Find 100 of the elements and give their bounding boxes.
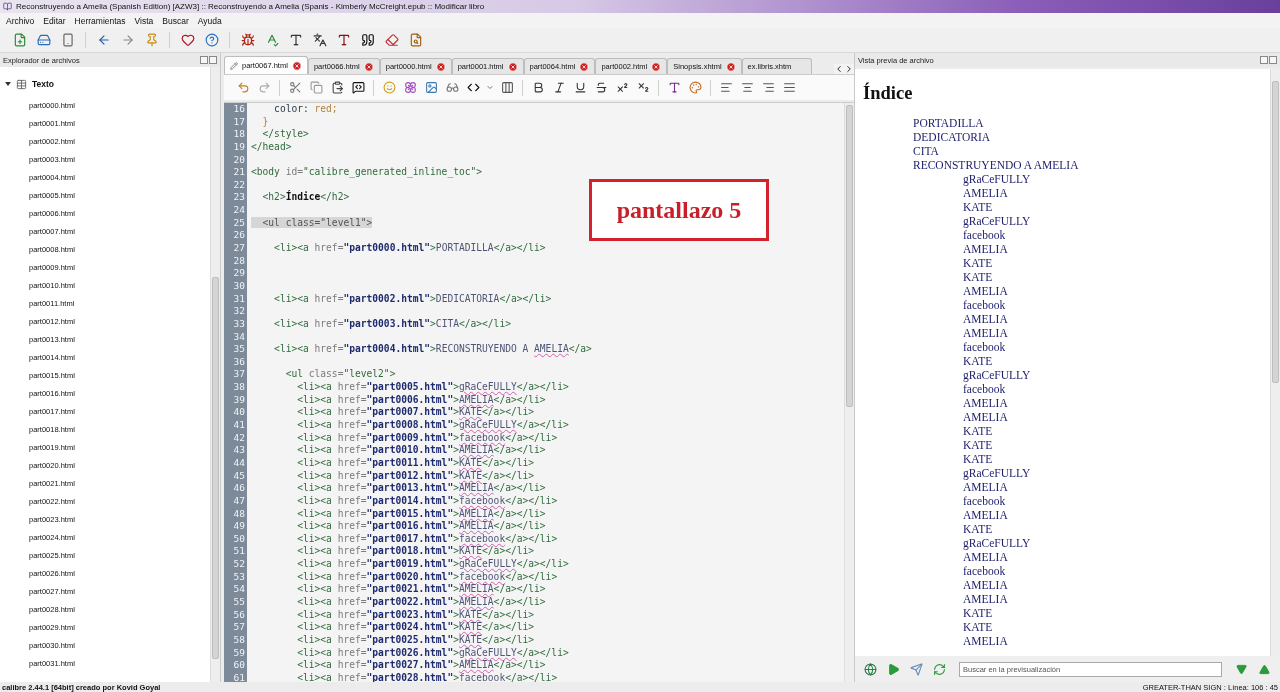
toc-link[interactable]: AMELIA bbox=[963, 242, 1262, 256]
toc-link[interactable]: KATE bbox=[963, 424, 1262, 438]
menu-item[interactable]: Editar bbox=[43, 15, 66, 26]
code-line: <li><a href="part0016.html">AMELIA</a></li> bbox=[296, 520, 546, 533]
scroll-right-icon[interactable] bbox=[844, 64, 854, 74]
code-line: </head> bbox=[250, 140, 292, 154]
code-line: <li><a href="part0024.html">KATE</a></li> bbox=[296, 621, 535, 634]
toc-link[interactable]: KATE bbox=[963, 354, 1262, 368]
toc-link[interactable]: KATE bbox=[963, 620, 1262, 634]
code-line: <li><a href="part0022.html">AMELIA</a></li> bbox=[296, 596, 546, 609]
code-line: <li><a href="part0005.html">gRaCeFULLY</a></li> bbox=[296, 381, 569, 394]
folder-grid-icon bbox=[16, 78, 27, 90]
menu-item[interactable]: Vista bbox=[134, 15, 154, 26]
toc-link[interactable]: RECONSTRUYENDO A AMELIA bbox=[913, 158, 1262, 172]
toc-link[interactable]: AMELIA bbox=[963, 550, 1262, 564]
toc-link[interactable]: facebook bbox=[963, 298, 1262, 312]
close-icon[interactable] bbox=[725, 61, 736, 72]
code-line: <body id="calibre_generated_inline_toc"> bbox=[250, 166, 483, 179]
close-button[interactable] bbox=[209, 56, 217, 64]
code-line: <li><a href="part0015.html">AMELIA</a></li> bbox=[296, 507, 546, 521]
close-icon[interactable] bbox=[579, 61, 590, 72]
toc-link[interactable]: KATE bbox=[963, 606, 1262, 620]
code-line: <li><a href="part0004.html">RECONSTRUYENDO A AMELIA</a> bbox=[273, 343, 592, 356]
close-icon[interactable] bbox=[651, 61, 662, 72]
toc-link[interactable]: facebook bbox=[963, 340, 1262, 354]
toc-link[interactable]: AMELIA bbox=[963, 578, 1262, 592]
tree-folder[interactable]: Texto bbox=[32, 79, 55, 89]
code-line: <li><a href="part0009.html">facebook</a></li> bbox=[296, 431, 558, 445]
pencil-icon bbox=[230, 61, 238, 70]
code-line: <li><a href="part0019.html">gRaCeFULLY</a></li> bbox=[296, 558, 569, 571]
code-line: } bbox=[261, 115, 269, 129]
menu-item[interactable]: Herramientas bbox=[74, 15, 126, 26]
code-line: <li><a href="part0023.html">KATE</a></li> bbox=[296, 608, 535, 622]
code-line: color: red; bbox=[273, 103, 338, 116]
menu-item[interactable]: Buscar bbox=[162, 15, 189, 26]
toc-link[interactable]: DEDICATORIA bbox=[913, 130, 1262, 144]
close-icon[interactable] bbox=[363, 61, 374, 72]
toc-link[interactable]: gRaCeFULLY bbox=[963, 368, 1262, 382]
toc-link[interactable]: AMELIA bbox=[963, 410, 1262, 424]
toc-link[interactable]: AMELIA bbox=[963, 480, 1262, 494]
toc-link[interactable]: gRaCeFULLY bbox=[963, 536, 1262, 550]
code-line: <li><a href="part0011.html">KATE</a></li> bbox=[296, 456, 535, 470]
scrollbar[interactable] bbox=[844, 103, 854, 682]
toc-link[interactable]: facebook bbox=[963, 564, 1262, 578]
code-line: <li><a href="part0017.html">facebook</a></li> bbox=[296, 532, 558, 546]
float-button[interactable] bbox=[1260, 56, 1268, 64]
expand-arrow-icon[interactable] bbox=[5, 82, 11, 86]
toc-link[interactable]: AMELIA bbox=[963, 326, 1262, 340]
toc-link[interactable]: AMELIA bbox=[963, 396, 1262, 410]
menu-item[interactable]: Ayuda bbox=[197, 15, 222, 26]
toc-link[interactable]: facebook bbox=[963, 494, 1262, 508]
code-line: <li><a href="part0003.html">CITA</a></li> bbox=[273, 317, 511, 331]
toc-link[interactable]: gRaCeFULLY bbox=[963, 214, 1262, 228]
close-button[interactable] bbox=[1269, 56, 1277, 64]
code-line: <li><a href="part0021.html">AMELIA</a></li> bbox=[296, 583, 546, 596]
code-line: <li><a href="part0000.html">PORTADILLA</a></li> bbox=[273, 242, 546, 255]
code-line: <li><a href="part0027.html">AMELIA</a></li> bbox=[296, 659, 546, 672]
toc-link[interactable]: PORTADILLA bbox=[913, 116, 1262, 130]
toc-link[interactable]: gRaCeFULLY bbox=[963, 466, 1262, 480]
code-line: </style> bbox=[261, 128, 309, 141]
scroll-left-icon[interactable] bbox=[834, 64, 844, 74]
close-icon[interactable] bbox=[291, 60, 302, 71]
toc-link[interactable]: AMELIA bbox=[963, 186, 1262, 200]
annotation-label: pantallazo 5 bbox=[589, 179, 769, 241]
code-line: <h2>Índice</h2> bbox=[261, 191, 350, 205]
toc-link[interactable]: AMELIA bbox=[963, 284, 1262, 298]
code-line: <li><a href="part0002.html">DEDICATORIA</a></li> bbox=[273, 292, 552, 306]
window-title: Reconstruyendo a Amelia (Spanish Edition) [AZW3] :: Reconstruyendo a Amelia (Spanis - Kimberly McCreight.epub :: Modificar libro bbox=[16, 2, 485, 11]
preview-heading: Índice bbox=[863, 83, 914, 104]
toc-link[interactable]: gRaCeFULLY bbox=[963, 172, 1262, 186]
code-line: <li><a href="part0007.html">KATE</a></li> bbox=[296, 406, 535, 419]
toc-link[interactable]: facebook bbox=[963, 228, 1262, 242]
toc-link[interactable]: KATE bbox=[963, 438, 1262, 452]
toc-link[interactable]: KATE bbox=[963, 270, 1262, 284]
toc-link[interactable]: KATE bbox=[963, 256, 1262, 270]
code-line: <li><a href="part0014.html">facebook</a></li> bbox=[296, 494, 558, 508]
toc-link[interactable]: CITA bbox=[913, 144, 1262, 158]
code-line: <li><a href="part0010.html">AMELIA</a></li> bbox=[296, 444, 546, 457]
code-line: <li><a href="part0026.html">gRaCeFULLY</a></li> bbox=[296, 646, 569, 660]
code-line: <ul class="level2"> bbox=[284, 368, 396, 382]
toc-link[interactable]: AMELIA bbox=[963, 508, 1262, 522]
toc-link[interactable]: AMELIA bbox=[963, 592, 1262, 606]
menu-item[interactable]: Archivo bbox=[6, 15, 35, 26]
close-icon[interactable] bbox=[435, 61, 446, 72]
toc-link[interactable]: AMELIA bbox=[963, 312, 1262, 326]
palette-icon[interactable] bbox=[686, 78, 704, 97]
float-button[interactable] bbox=[200, 56, 208, 64]
code-line: <li><a href="part0028.html">facebook</a></li> bbox=[296, 671, 558, 682]
toc-link[interactable]: KATE bbox=[963, 200, 1262, 214]
code-line: <li><a href="part0018.html">KATE</a></li> bbox=[296, 545, 535, 559]
code-line: <li><a href="part0025.html">KATE</a></li> bbox=[296, 633, 535, 647]
toc-link[interactable]: KATE bbox=[963, 452, 1262, 466]
code-line: <li><a href="part0006.html">AMELIA</a></li> bbox=[296, 393, 546, 407]
code-line: <li><a href="part0012.html">KATE</a></li> bbox=[296, 469, 535, 483]
toc-link[interactable]: AMELIA bbox=[963, 634, 1262, 648]
code-line: <li><a href="part0013.html">AMELIA</a></li> bbox=[296, 482, 546, 495]
close-icon[interactable] bbox=[507, 61, 518, 72]
toc-link[interactable]: KATE bbox=[963, 522, 1262, 536]
scrollbar[interactable] bbox=[210, 67, 220, 682]
toc-link[interactable]: facebook bbox=[963, 382, 1262, 396]
